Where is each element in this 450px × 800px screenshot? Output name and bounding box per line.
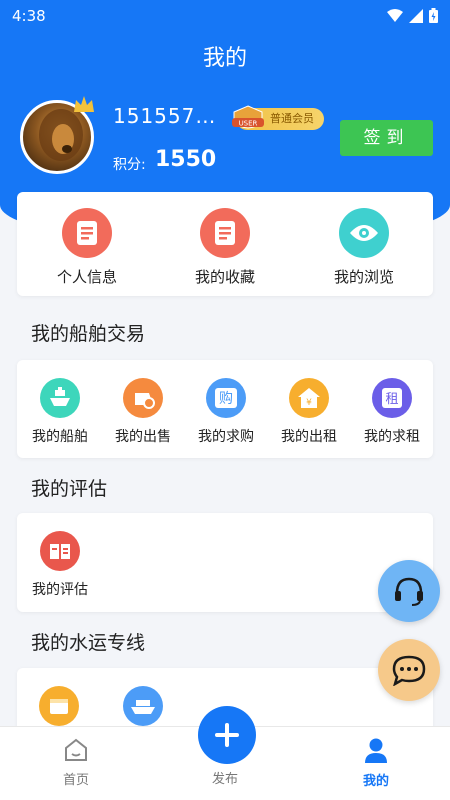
tab-home[interactable]: 首页 (36, 737, 116, 788)
signal-icon (409, 8, 423, 23)
section-title-water-transport: 我的水运专线 (31, 632, 146, 654)
member-badge-icon: USER (232, 105, 264, 129)
tab-label: 我的 (362, 774, 389, 789)
eye-icon (339, 208, 389, 258)
home-icon (65, 738, 87, 761)
quick-item-label: 我的收藏 (194, 268, 255, 286)
page-title: 我的 (202, 46, 247, 71)
document-icon (62, 208, 112, 258)
grid-item-label: 我的船舶 (32, 429, 88, 445)
plus-icon (215, 723, 239, 747)
grid-item-water-1[interactable] (39, 686, 79, 726)
username: 151557… (113, 104, 217, 128)
sale-icon (123, 378, 163, 418)
grid-item-my-rent-requests[interactable]: 租 我的求租 (351, 378, 433, 446)
tab-publish-label[interactable]: 发布 (185, 768, 265, 787)
member-badge-text: USER (239, 120, 258, 128)
grid-item-label: 我的求购 (198, 429, 254, 445)
folder-icon (39, 686, 79, 726)
svg-text:¥: ¥ (306, 398, 312, 408)
grid-item-my-ships[interactable]: 我的船舶 (19, 378, 101, 446)
grid-item-label: 我的评估 (32, 582, 88, 598)
grid-item-my-rentals[interactable]: ¥ 我的出租 (268, 378, 350, 446)
buy-icon: 购 (206, 378, 246, 418)
ship-trade-card: 我的船舶 我的出售 购 我的求购 ¥ 我的出租 租 我的求租 (17, 360, 433, 458)
assessment-icon (40, 531, 80, 571)
wifi-icon (387, 8, 403, 22)
tab-mine[interactable]: 我的 (336, 737, 416, 789)
section-title-ship-trade: 我的船舶交易 (31, 323, 146, 345)
publish-button[interactable] (198, 706, 256, 764)
grid-item-water-2[interactable] (123, 686, 163, 726)
grid-item-my-sales[interactable]: 我的出售 (102, 378, 184, 446)
crown-icon (74, 96, 94, 112)
quick-links-card: 个人信息 我的收藏 我的浏览 (17, 192, 433, 296)
chat-bubble-icon (392, 655, 426, 686)
customer-service-button[interactable] (378, 560, 440, 622)
status-bar: 4:38 (0, 0, 450, 32)
quick-item-label: 我的浏览 (333, 268, 394, 286)
section-title-assessment: 我的评估 (31, 478, 108, 500)
quick-item-personal-info[interactable]: 个人信息 (27, 208, 147, 287)
grid-item-my-purchase[interactable]: 购 我的求购 (185, 378, 267, 446)
grid-item-my-assessment[interactable]: 我的评估 (19, 531, 101, 599)
cargo-ship-icon (123, 686, 163, 726)
battery-icon (429, 8, 438, 23)
status-time: 4:38 (12, 7, 46, 25)
ship-icon (40, 378, 80, 418)
chat-button[interactable] (378, 639, 440, 701)
points-value: 1550 (155, 147, 217, 172)
headset-icon (395, 577, 423, 606)
house-icon: ¥ (289, 378, 329, 418)
assessment-card: 我的评估 (17, 513, 433, 612)
tab-label: 首页 (62, 773, 89, 788)
rent-icon-glyph: 租 (385, 392, 398, 407)
rent-icon: 租 (372, 378, 412, 418)
buy-icon-glyph: 购 (219, 391, 233, 407)
user-icon (365, 738, 387, 763)
grid-item-label: 我的出售 (115, 429, 171, 445)
quick-item-label: 个人信息 (56, 268, 117, 286)
tab-label: 发布 (211, 772, 238, 787)
signin-button[interactable]: 签到 (340, 120, 433, 156)
document-icon (200, 208, 250, 258)
points-label: 积分: (113, 157, 146, 173)
quick-item-favorites[interactable]: 我的收藏 (165, 208, 285, 287)
status-icons (387, 8, 438, 23)
grid-item-label: 我的出租 (281, 429, 337, 445)
grid-item-label: 我的求租 (364, 429, 420, 445)
quick-item-history[interactable]: 我的浏览 (304, 208, 424, 287)
